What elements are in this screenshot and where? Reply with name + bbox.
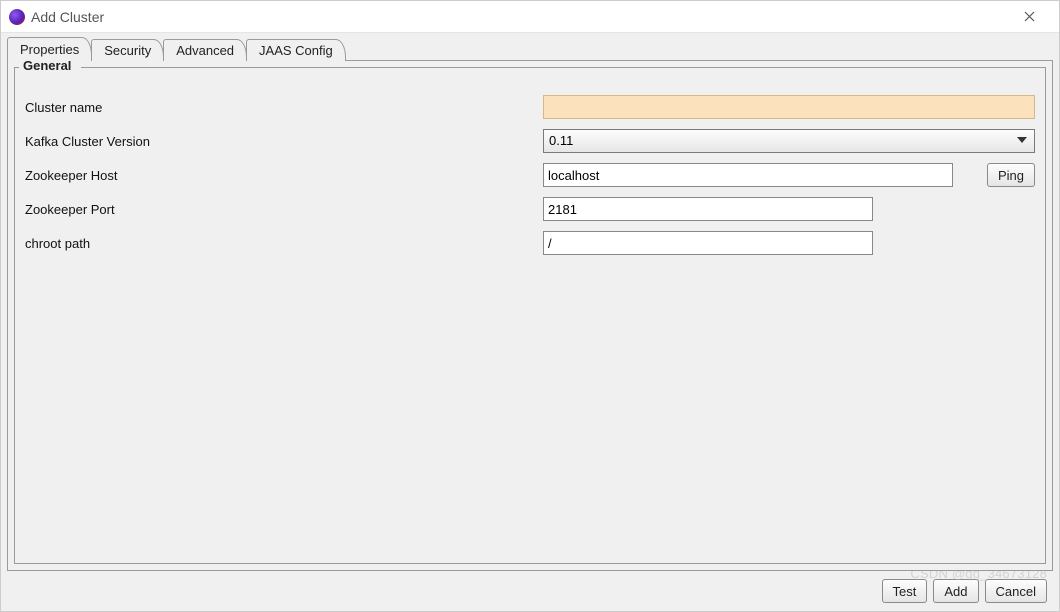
kafka-version-label: Kafka Cluster Version <box>25 134 535 149</box>
cluster-name-input[interactable] <box>543 95 1035 119</box>
chroot-input[interactable] <box>543 231 873 255</box>
cancel-button[interactable]: Cancel <box>985 579 1047 603</box>
actionbar: Test Add Cancel <box>7 571 1053 607</box>
zk-port-label: Zookeeper Port <box>25 202 535 217</box>
close-icon <box>1024 11 1035 22</box>
titlebar: Add Cluster <box>1 1 1059 33</box>
tab-advanced[interactable]: Advanced <box>163 39 247 61</box>
tabstrip: Properties Security Advanced JAAS Config <box>7 37 1053 61</box>
test-button[interactable]: Test <box>882 579 928 603</box>
test-label: Test <box>893 584 917 599</box>
tab-jaas-config[interactable]: JAAS Config <box>246 39 346 61</box>
zk-host-label: Zookeeper Host <box>25 168 535 183</box>
form-grid: Cluster name Kafka Cluster Version 0.11 <box>25 95 1035 255</box>
app-icon <box>9 9 25 25</box>
tab-label: Advanced <box>176 43 234 58</box>
tab-security[interactable]: Security <box>91 39 164 61</box>
add-label: Add <box>944 584 967 599</box>
cluster-name-label: Cluster name <box>25 100 535 115</box>
dialog-window: Add Cluster Properties Security Advanced… <box>0 0 1060 612</box>
close-button[interactable] <box>1007 2 1051 32</box>
chroot-label: chroot path <box>25 236 535 251</box>
kafka-version-value: 0.11 <box>549 133 573 148</box>
ping-label: Ping <box>998 168 1024 183</box>
add-button[interactable]: Add <box>933 579 978 603</box>
tab-label: Security <box>104 43 151 58</box>
zk-port-input[interactable] <box>543 197 873 221</box>
tab-label: Properties <box>20 42 79 57</box>
tab-properties[interactable]: Properties <box>7 37 92 61</box>
chevron-down-icon <box>1016 134 1028 149</box>
ping-button[interactable]: Ping <box>987 163 1035 187</box>
window-title: Add Cluster <box>31 9 1007 25</box>
general-groupbox: General Cluster name Kafka Cluster Versi… <box>14 67 1046 564</box>
tab-panel-properties: General Cluster name Kafka Cluster Versi… <box>7 60 1053 571</box>
kafka-version-select[interactable]: 0.11 <box>543 129 1035 153</box>
zk-host-input[interactable] <box>543 163 953 187</box>
cancel-label: Cancel <box>996 584 1036 599</box>
tab-label: JAAS Config <box>259 43 333 58</box>
client-area: Properties Security Advanced JAAS Config… <box>1 33 1059 611</box>
